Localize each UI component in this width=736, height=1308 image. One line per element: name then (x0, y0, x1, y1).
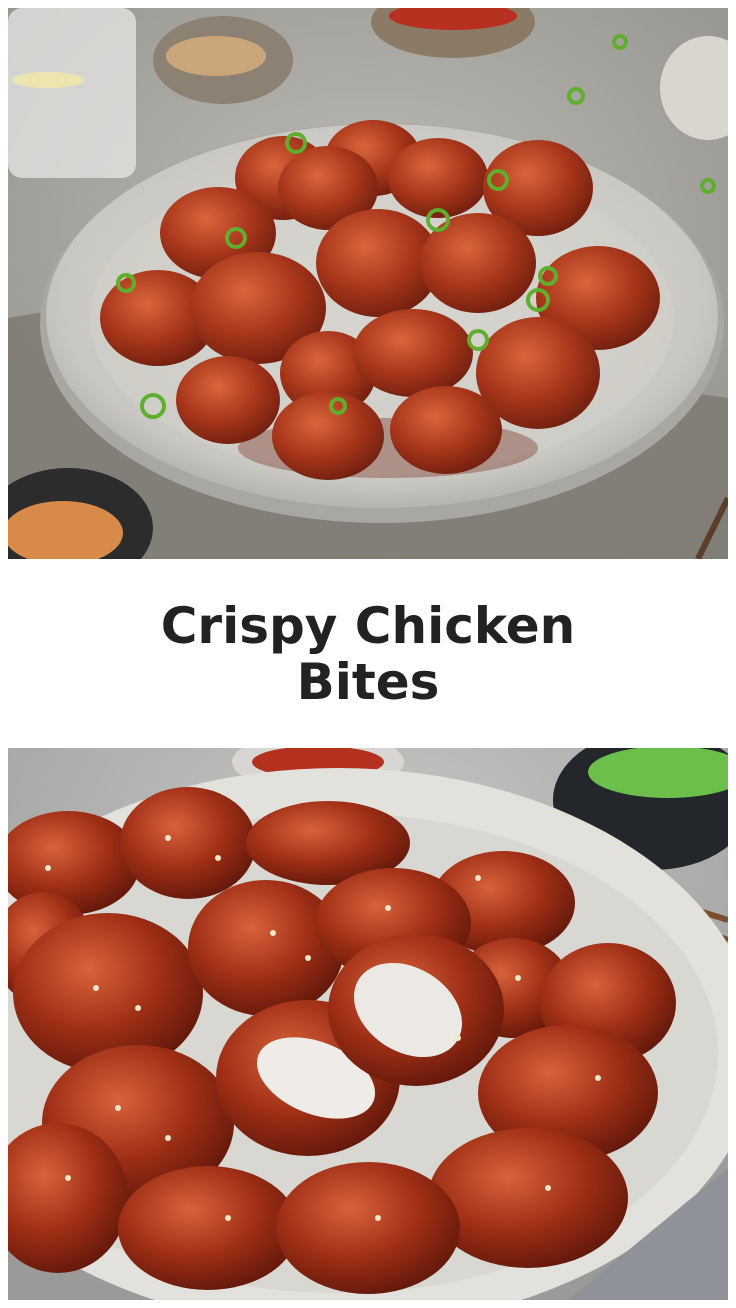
top-photo-illustration (8, 8, 728, 559)
top-photo (8, 8, 728, 559)
page-title: Crispy Chicken Bites (160, 596, 576, 711)
bottom-photo-illustration (8, 748, 728, 1300)
bottom-photo (8, 748, 728, 1300)
title-block: Crispy Chicken Bites (0, 559, 736, 748)
